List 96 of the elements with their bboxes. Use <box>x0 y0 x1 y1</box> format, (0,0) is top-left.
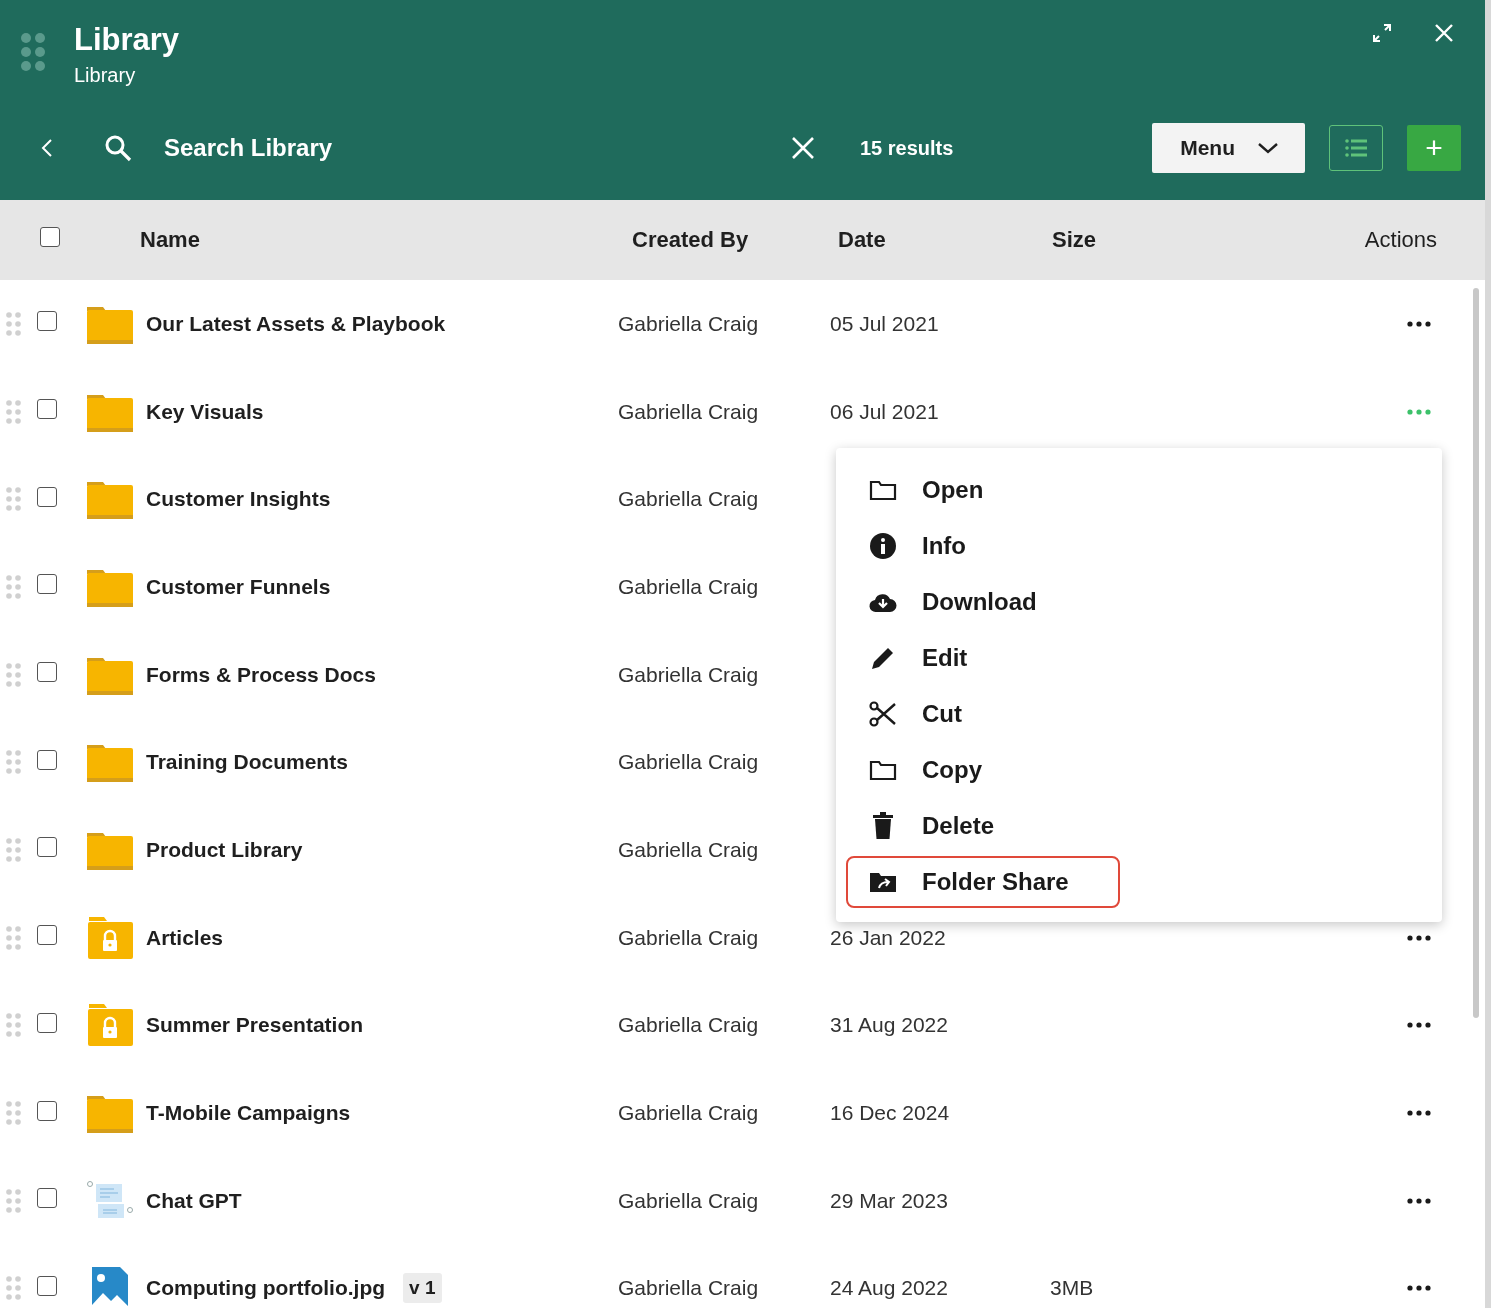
search-field[interactable]: Search Library <box>162 133 786 163</box>
file-name[interactable]: Forms & Process Docs <box>146 662 376 687</box>
date-text: 31 Aug 2022 <box>830 1013 948 1037</box>
row-checkbox[interactable] <box>37 662 57 683</box>
row-checkbox[interactable] <box>37 1188 57 1209</box>
drag-handle-icon[interactable] <box>6 661 22 688</box>
drag-handle-icon[interactable] <box>6 398 22 425</box>
cloud-download-icon <box>869 591 897 613</box>
menu-item[interactable]: Open <box>846 464 1120 516</box>
drag-handle-icon[interactable] <box>6 573 22 600</box>
column-header: Actions <box>1363 227 1438 253</box>
file-name[interactable]: Our Latest Assets & Playbook <box>146 311 446 336</box>
file-name[interactable]: Summer Presentation <box>146 1013 364 1038</box>
file-name[interactable]: Training Documents <box>146 750 348 775</box>
creator-name: Gabriella Craig <box>618 1013 760 1038</box>
date-text: 05 Jul 2021 <box>830 311 939 335</box>
drag-handle-icon[interactable] <box>6 486 22 513</box>
folder-outline-icon <box>869 759 897 781</box>
drag-handle-icon[interactable] <box>6 1275 22 1302</box>
creator-name: Gabriella Craig <box>618 1276 760 1301</box>
creator-name: Gabriella Craig <box>618 925 760 950</box>
drag-handle-icon[interactable] <box>6 1012 22 1039</box>
folder-outline-icon <box>869 479 897 501</box>
creator-name: Gabriella Craig <box>618 837 760 862</box>
image-file-icon <box>90 1265 130 1308</box>
select-all-checkbox[interactable] <box>40 227 60 247</box>
menu-item[interactable]: Delete <box>846 800 1120 852</box>
trash-icon <box>872 812 894 840</box>
column-header[interactable]: Created By <box>618 227 826 253</box>
file-name[interactable]: Computing portfolio.jpg <box>146 1276 386 1301</box>
list-view-button[interactable] <box>1329 125 1383 171</box>
menu-item[interactable]: Info <box>846 520 1120 572</box>
menu-item[interactable]: Cut <box>846 688 1120 740</box>
row-checkbox[interactable] <box>37 399 57 420</box>
creator-name: Gabriella Craig <box>618 487 760 512</box>
size-text: 3MB <box>1050 1276 1094 1300</box>
date-text: 24 Aug 2022 <box>830 1276 948 1300</box>
row-checkbox[interactable] <box>37 925 57 946</box>
menu-item[interactable]: Edit <box>846 632 1120 684</box>
info-icon <box>869 532 897 560</box>
column-header[interactable]: Size <box>1038 227 1238 253</box>
clear-search-button[interactable] <box>791 136 815 160</box>
file-name[interactable]: Chat GPT <box>146 1188 242 1213</box>
creator-name: Gabriella Craig <box>618 399 760 424</box>
row-checkbox[interactable] <box>37 311 57 332</box>
date-text: 26 Jan 2022 <box>830 925 946 949</box>
creator-name: Gabriella Craig <box>618 750 760 775</box>
creator-name: Gabriella Craig <box>618 311 760 336</box>
row-checkbox[interactable] <box>37 486 57 507</box>
chevron-down-icon <box>1257 142 1279 154</box>
drag-handle-icon[interactable] <box>6 924 22 951</box>
drag-handle-icon[interactable] <box>6 1100 22 1127</box>
file-name[interactable]: Product Library <box>146 837 303 862</box>
row-checkbox[interactable] <box>37 1275 57 1296</box>
search-icon <box>104 134 132 162</box>
drag-handle-icon[interactable] <box>6 310 22 337</box>
scissors-icon <box>869 700 897 728</box>
menu-item[interactable]: Folder Share <box>846 856 1120 908</box>
file-name[interactable]: T-Mobile Campaigns <box>146 1101 351 1126</box>
expand-button[interactable] <box>1371 22 1393 44</box>
drag-handle-icon[interactable] <box>6 836 22 863</box>
locked-folder-icon <box>86 915 134 960</box>
pencil-icon <box>870 645 896 671</box>
file-name[interactable]: Key Visuals <box>146 399 264 424</box>
column-header[interactable]: Date <box>826 227 1038 253</box>
file-name[interactable]: Customer Insights <box>146 487 331 512</box>
menu-item[interactable]: Copy <box>846 744 1120 796</box>
results-count: 15 results <box>860 136 954 160</box>
date-text: 06 Jul 2021 <box>830 399 939 423</box>
row-checkbox[interactable] <box>37 574 57 595</box>
locked-folder-icon <box>86 1003 134 1048</box>
window-title: Library <box>74 22 180 58</box>
drag-handle-icon[interactable] <box>20 32 46 72</box>
file-name[interactable]: Customer Funnels <box>146 574 331 599</box>
list-icon <box>1344 138 1368 158</box>
creator-name: Gabriella Craig <box>618 662 760 687</box>
row-checkbox[interactable] <box>37 1100 57 1121</box>
close-button[interactable] <box>1433 22 1455 44</box>
menu-dropdown[interactable]: Menu <box>1152 123 1305 173</box>
creator-name: Gabriella Craig <box>618 1188 760 1213</box>
back-button[interactable] <box>40 137 54 159</box>
column-header[interactable]: Name <box>80 227 618 253</box>
date-text: 29 Mar 2023 <box>830 1188 948 1212</box>
version-badge: v 1 <box>403 1273 442 1304</box>
creator-name: Gabriella Craig <box>618 574 760 599</box>
row-checkbox[interactable] <box>37 749 57 770</box>
folder-share-icon <box>869 871 897 893</box>
row-checkbox[interactable] <box>37 1012 57 1033</box>
creator-name: Gabriella Craig <box>618 1101 760 1126</box>
file-name[interactable]: Articles <box>146 925 224 950</box>
menu-item[interactable]: Download <box>846 576 1120 628</box>
date-text: 16 Dec 2024 <box>830 1101 950 1125</box>
drag-handle-icon[interactable] <box>6 749 22 776</box>
window-subtitle: Library <box>74 64 137 87</box>
row-checkbox[interactable] <box>37 837 57 858</box>
drag-handle-icon[interactable] <box>6 1187 22 1214</box>
